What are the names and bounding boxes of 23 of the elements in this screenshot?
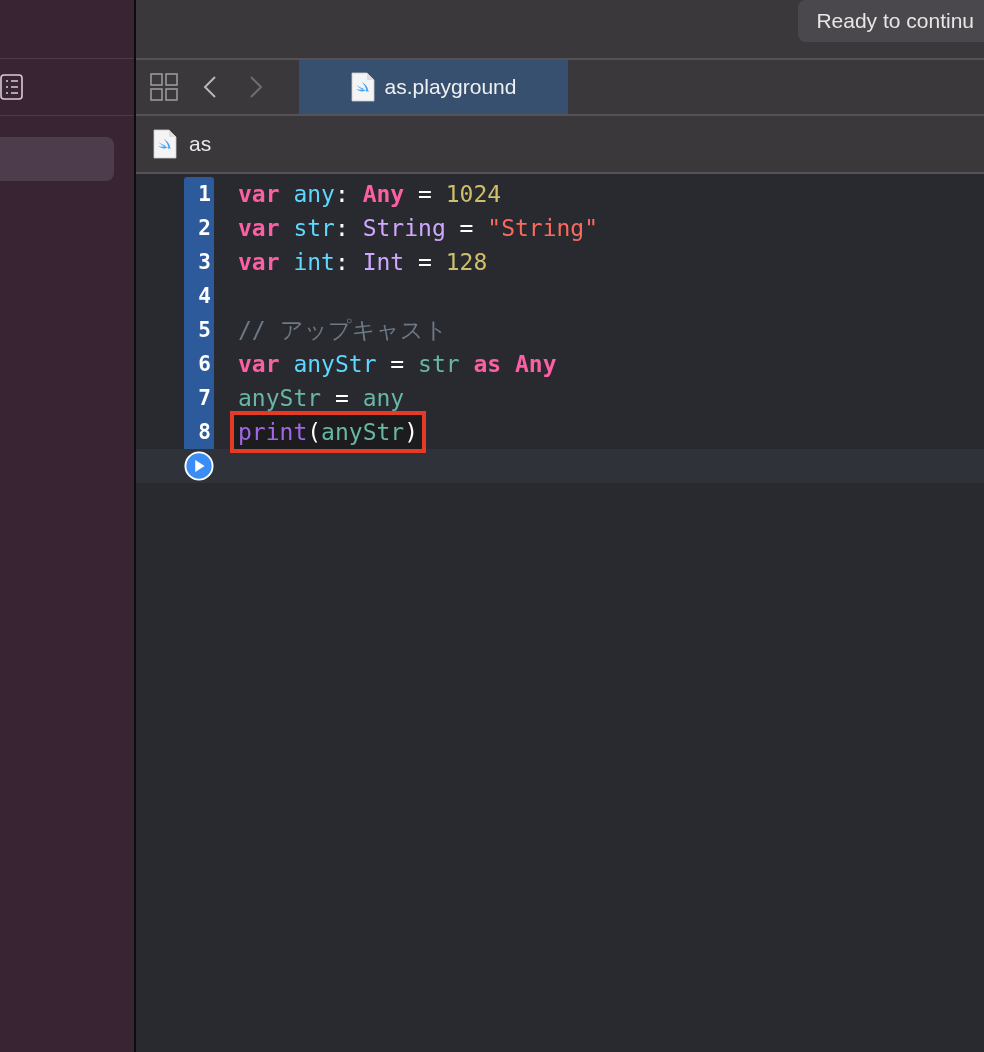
line-number: 1 xyxy=(184,177,214,211)
code-line: // アップキャスト xyxy=(238,315,449,345)
line-number: 2 xyxy=(184,211,214,245)
line-number: 7 xyxy=(184,381,214,415)
grid-icon[interactable] xyxy=(150,73,178,101)
play-button-icon[interactable] xyxy=(184,450,214,482)
back-chevron-icon[interactable] xyxy=(203,75,217,99)
code-line: var str: String = "String" xyxy=(238,214,600,243)
breadcrumb-label[interactable]: as xyxy=(189,132,212,156)
swift-file-icon xyxy=(350,72,375,102)
editor-tab[interactable]: as.playground xyxy=(299,60,568,114)
line-number: 4 xyxy=(184,279,214,313)
status-message: Ready to continu xyxy=(798,0,984,42)
swift-file-icon xyxy=(153,129,177,159)
code-line: anyStr = any xyxy=(238,384,406,413)
line-number: 3 xyxy=(184,245,214,279)
line-number: 5 xyxy=(184,313,214,347)
line-number: 6 xyxy=(184,347,214,381)
code-line: var int: Int = 128 xyxy=(238,248,489,277)
code-line: var anyStr = str as Any xyxy=(238,350,558,379)
list-icon[interactable] xyxy=(0,74,24,100)
code-line: var any: Any = 1024 xyxy=(238,180,503,209)
line-number: 8 xyxy=(184,415,214,449)
